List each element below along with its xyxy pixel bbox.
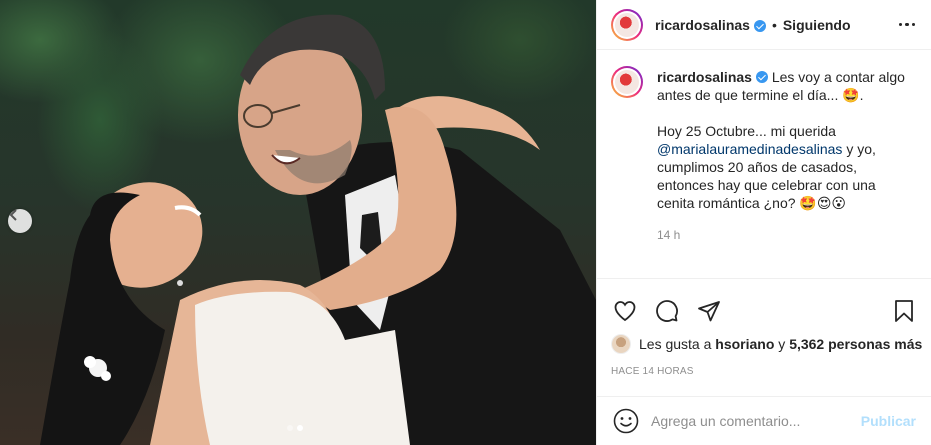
post-actions <box>597 278 931 330</box>
chevron-left-icon <box>9 209 17 221</box>
comment-input[interactable] <box>651 413 856 429</box>
publish-button[interactable]: Publicar <box>861 413 916 429</box>
carousel-prev-button[interactable] <box>8 209 32 233</box>
comment-box: Publicar <box>597 396 931 445</box>
author-username[interactable]: ricardosalinas <box>655 17 750 33</box>
carousel-dot <box>287 425 293 431</box>
following-button[interactable]: Siguiendo <box>783 17 851 33</box>
header-separator: • <box>771 16 777 33</box>
caption-paragraph-2: Hoy 25 Octubre... mi querida @marialaura… <box>657 122 907 212</box>
comment-icon[interactable] <box>653 297 681 325</box>
emoji-icon[interactable] <box>613 408 639 434</box>
verified-badge-icon <box>755 71 768 83</box>
caption-time: 14 h <box>657 228 681 242</box>
likes-prefix: Les gusta a <box>639 336 712 352</box>
caption-text: ricardosalinas Les voy a contar algo ant… <box>657 68 907 244</box>
likes-count[interactable]: 5,362 personas más <box>789 336 922 352</box>
post-photo[interactable] <box>0 0 596 445</box>
caption-author-avatar[interactable] <box>611 66 643 98</box>
post-timestamp: HACE 14 HORAS <box>611 366 694 377</box>
liker-avatar[interactable] <box>611 334 631 354</box>
carousel-dot-active <box>297 425 303 431</box>
verified-badge-icon <box>753 19 766 32</box>
bookmark-icon[interactable] <box>890 297 918 325</box>
post-caption: ricardosalinas Les voy a contar algo ant… <box>597 50 931 244</box>
caption-p2-start: Hoy 25 Octubre... mi querida <box>657 123 836 139</box>
post-header: ricardosalinas • Siguiendo <box>597 0 931 50</box>
post-side-panel: ricardosalinas • Siguiendo ricardosalina… <box>596 0 931 445</box>
author-avatar[interactable] <box>611 8 643 41</box>
wedding-photo-illustration <box>40 14 596 445</box>
instagram-post: ricardosalinas • Siguiendo ricardosalina… <box>0 0 931 445</box>
more-options-icon[interactable] <box>897 17 918 33</box>
liker-username[interactable]: hsoriano <box>715 336 774 352</box>
carousel-indicator <box>287 425 303 431</box>
mention-link[interactable]: @marialauramedinadesalinas <box>657 141 842 157</box>
share-icon[interactable] <box>695 297 723 325</box>
likes-connector: y <box>778 336 786 352</box>
caption-username[interactable]: ricardosalinas <box>657 69 752 85</box>
heart-icon[interactable] <box>611 297 639 325</box>
likes-row: Les gusta a hsoriano y 5,362 personas má… <box>611 334 922 354</box>
